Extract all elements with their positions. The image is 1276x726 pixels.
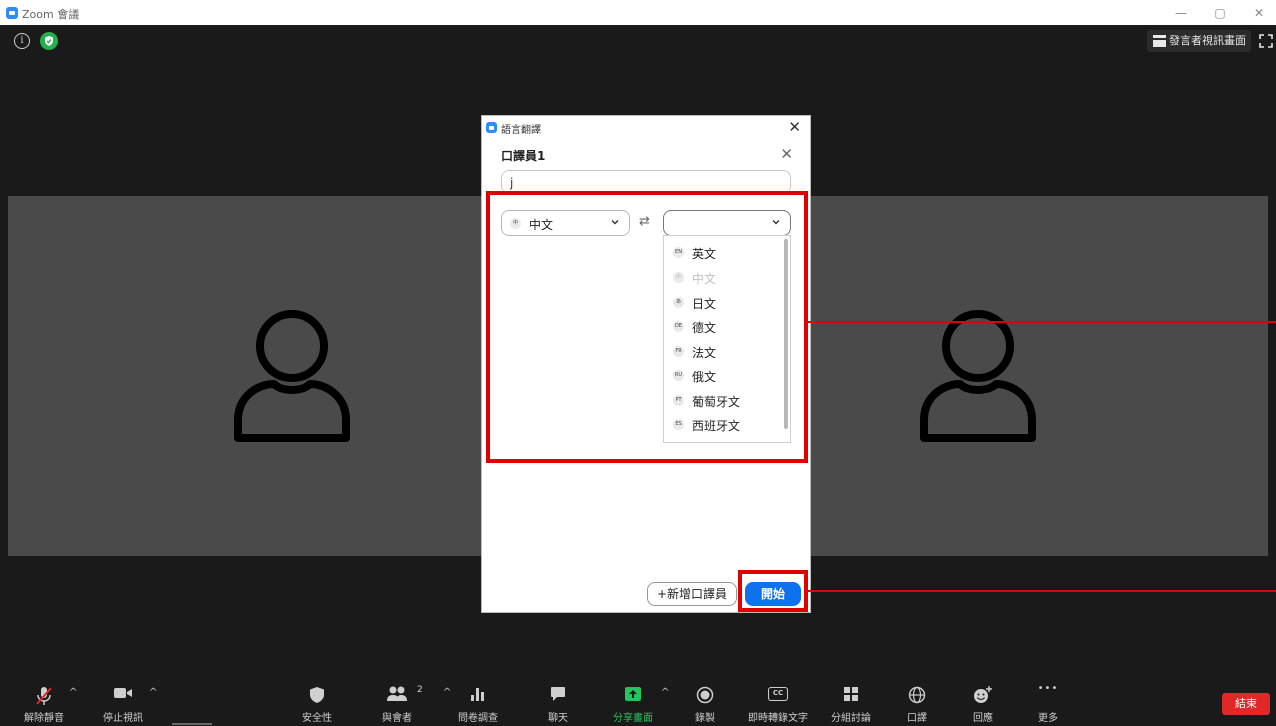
- dialog-title: 語言翻譯: [501, 125, 541, 136]
- remove-interpreter-button[interactable]: ✕: [780, 145, 793, 163]
- participants-label: 與會者: [382, 713, 412, 724]
- more-button[interactable]: ••• 更多: [1026, 676, 1070, 726]
- security-button[interactable]: 安全性: [293, 676, 341, 726]
- shield-icon: [310, 687, 324, 703]
- avatar-icon: [920, 310, 1036, 442]
- highlight-pointer-line: [808, 321, 1276, 323]
- closed-caption-icon: CC: [768, 687, 788, 701]
- close-window-button[interactable]: ✕: [1244, 4, 1274, 22]
- security-label: 安全性: [302, 713, 332, 724]
- live-transcript-button[interactable]: CC 即時轉錄文字: [745, 676, 811, 726]
- highlight-box-language-select: [486, 191, 808, 463]
- record-label: 錄製: [695, 713, 715, 724]
- polls-label: 問卷調查: [458, 713, 498, 724]
- chat-label: 聊天: [548, 713, 568, 724]
- dialog-title-bar: 語言翻譯 ✕: [482, 116, 810, 138]
- highlight-pointer-line: [808, 590, 1276, 592]
- avatar-icon: [234, 310, 350, 442]
- participant-tile-right: [770, 196, 1268, 556]
- chat-button[interactable]: 聊天: [536, 676, 580, 726]
- participants-options-caret[interactable]: ^: [443, 687, 451, 698]
- speaker-view-button[interactable]: 發言者視訊畫面: [1147, 30, 1251, 52]
- reaction-emoji-icon: [974, 686, 992, 703]
- poll-chart-icon: [471, 688, 484, 701]
- microphone-muted-icon: [36, 687, 52, 705]
- breakout-rooms-label: 分組討論: [831, 713, 871, 724]
- record-icon: [696, 686, 714, 704]
- highlight-box-start: [738, 570, 808, 612]
- audio-options-caret[interactable]: ^: [69, 687, 77, 698]
- interpreter-heading: 口譯員1: [501, 149, 546, 163]
- breakout-rooms-button[interactable]: 分組討論: [826, 676, 876, 726]
- video-camera-icon: [114, 688, 132, 698]
- toolbar-divider: [172, 723, 212, 725]
- add-interpreter-button[interactable]: +新增口譯員: [647, 582, 737, 606]
- interpretation-button[interactable]: 口譯: [895, 676, 939, 726]
- window-title: Zoom 會議: [22, 8, 80, 21]
- meeting-toolbar: 解除靜音 ^ 停止視訊 ^ 安全性 與會者 2 ^ 問卷調查 聊天 分享畫面 ^…: [0, 676, 1276, 726]
- live-transcript-label: 即時轉錄文字: [748, 713, 808, 724]
- view-icon: [1153, 35, 1166, 47]
- stop-video-label: 停止視訊: [103, 713, 143, 724]
- polls-button[interactable]: 問卷調查: [452, 676, 504, 726]
- end-meeting-button[interactable]: 結束: [1222, 693, 1270, 715]
- meeting-info-icon[interactable]: i: [14, 33, 30, 49]
- unmute-label: 解除靜音: [24, 713, 64, 724]
- interpretation-label: 口譯: [907, 713, 927, 724]
- speaker-view-label: 發言者視訊畫面: [1169, 34, 1246, 47]
- stop-video-button[interactable]: 停止視訊: [96, 676, 150, 726]
- reactions-button[interactable]: 回應: [961, 676, 1005, 726]
- more-label: 更多: [1038, 713, 1058, 724]
- zoom-window: Zoom 會議 — ▢ ✕ i 發言者視訊畫面 語言翻譯 ✕ 口譯員1 ✕ j …: [0, 0, 1276, 726]
- fullscreen-icon[interactable]: [1259, 34, 1273, 48]
- globe-icon: [908, 686, 926, 704]
- share-options-caret[interactable]: ^: [661, 687, 669, 698]
- breakout-rooms-icon: [844, 687, 858, 701]
- encryption-shield-icon[interactable]: [40, 32, 58, 50]
- unmute-button[interactable]: 解除靜音: [18, 676, 70, 726]
- zoom-logo-icon: [6, 7, 18, 19]
- maximize-button[interactable]: ▢: [1205, 4, 1235, 22]
- share-screen-button[interactable]: 分享畫面: [607, 676, 659, 726]
- video-options-caret[interactable]: ^: [149, 687, 157, 698]
- record-button[interactable]: 錄製: [683, 676, 727, 726]
- participants-icon: [387, 686, 407, 701]
- participants-button[interactable]: 與會者: [371, 676, 423, 726]
- reactions-label: 回應: [973, 713, 993, 724]
- share-screen-icon: [625, 687, 641, 701]
- chat-bubble-icon: [551, 687, 565, 701]
- minimize-button[interactable]: —: [1166, 4, 1196, 22]
- dialog-close-button[interactable]: ✕: [788, 118, 801, 136]
- title-bar: Zoom 會議 — ▢ ✕: [0, 0, 1276, 25]
- more-dots-icon: •••: [1037, 683, 1059, 694]
- zoom-logo-icon: [486, 122, 497, 133]
- participants-count: 2: [417, 685, 423, 695]
- share-screen-label: 分享畫面: [613, 713, 653, 724]
